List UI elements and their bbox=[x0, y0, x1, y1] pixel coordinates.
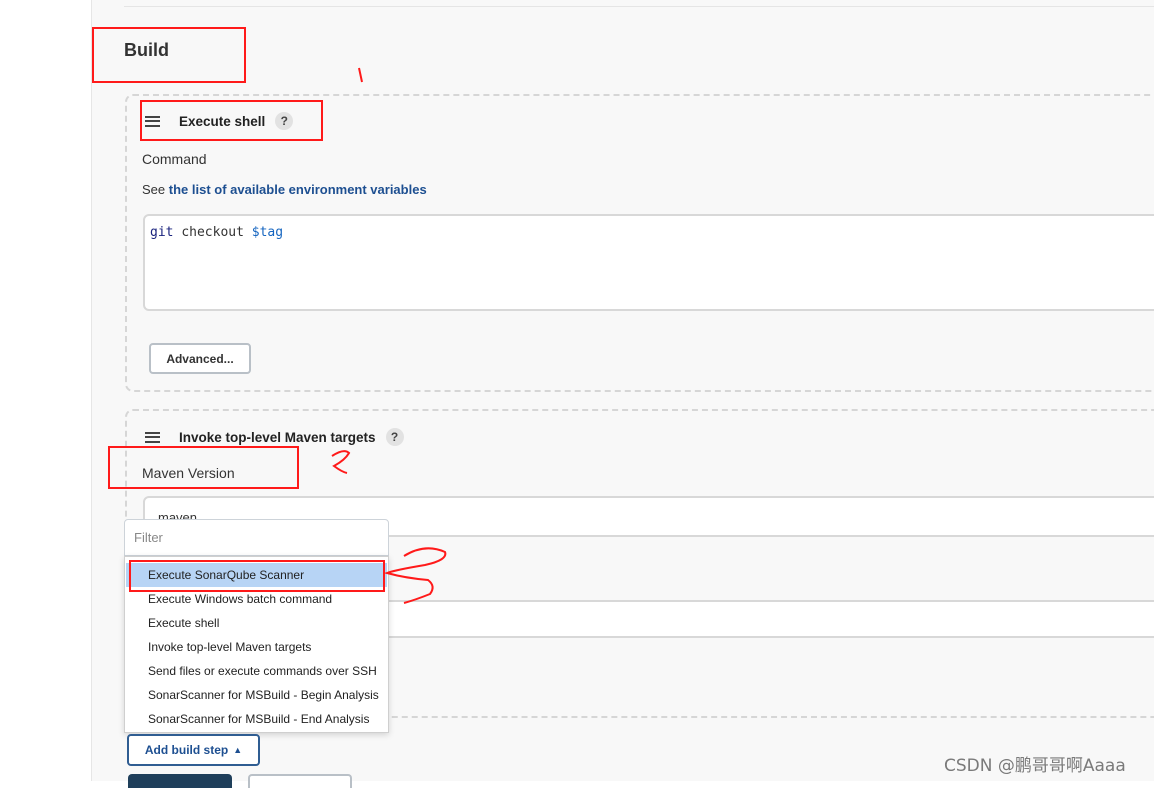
step-title: Invoke top-level Maven targets bbox=[179, 429, 376, 445]
code-argument: checkout bbox=[181, 225, 244, 240]
annotation-box-sonarqube bbox=[129, 560, 385, 592]
command-label: Command bbox=[142, 151, 207, 167]
add-build-step-label: Add build step bbox=[144, 743, 229, 757]
save-button[interactable] bbox=[128, 774, 232, 788]
see-prefix: See bbox=[142, 182, 169, 197]
drag-handle-icon[interactable] bbox=[145, 431, 160, 443]
command-textarea[interactable]: git checkout $tag bbox=[143, 214, 1154, 311]
add-build-step-button[interactable]: Add build step ▲ bbox=[127, 734, 260, 766]
menu-item-maven-targets[interactable]: Invoke top-level Maven targets bbox=[126, 635, 387, 659]
annotation-box-execute-shell bbox=[140, 100, 323, 141]
filter-input[interactable]: Filter bbox=[124, 519, 389, 556]
annotation-box-maven-version bbox=[108, 446, 299, 489]
env-vars-hint: See the list of available environment va… bbox=[142, 182, 427, 197]
code-variable: $tag bbox=[251, 225, 284, 240]
step-header: Invoke top-level Maven targets ? bbox=[145, 428, 404, 446]
env-vars-link[interactable]: the list of available environment variab… bbox=[169, 182, 427, 197]
apply-button[interactable] bbox=[248, 774, 352, 788]
advanced-button[interactable]: Advanced... bbox=[149, 343, 251, 374]
menu-item-msbuild-end[interactable]: SonarScanner for MSBuild - End Analysis bbox=[126, 707, 387, 731]
left-sidebar bbox=[0, 0, 92, 781]
annotation-box-build bbox=[92, 27, 246, 83]
menu-item-execute-shell[interactable]: Execute shell bbox=[126, 611, 387, 635]
menu-item-ssh[interactable]: Send files or execute commands over SSH bbox=[126, 659, 387, 683]
caret-up-icon: ▲ bbox=[233, 745, 243, 755]
section-divider bbox=[124, 6, 1154, 7]
help-icon[interactable]: ? bbox=[385, 428, 404, 446]
watermark: CSDN @鹏哥哥啊Aaaa bbox=[944, 756, 1126, 776]
menu-item-msbuild-begin[interactable]: SonarScanner for MSBuild - Begin Analysi… bbox=[126, 683, 387, 707]
code-command: git bbox=[150, 225, 174, 240]
